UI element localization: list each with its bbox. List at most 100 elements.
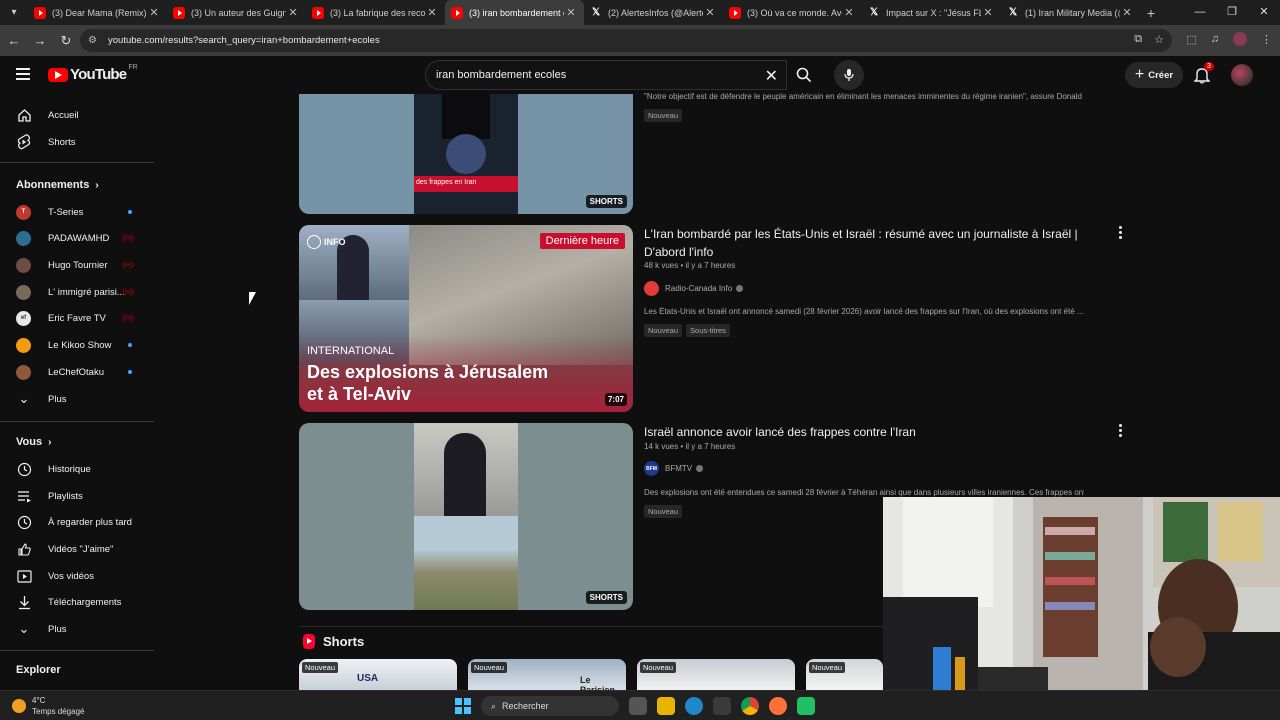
sidebar-item-liked-videos[interactable]: Vidéos "J'aime" [0, 536, 150, 562]
browser-tab[interactable]: (3) La fabrique des record ✕ [306, 0, 445, 25]
video-title[interactable]: L'Iran bombardé par les États-Unis et Is… [644, 225, 1084, 261]
sidebar-item-playlists[interactable]: Playlists [0, 483, 150, 509]
sidebar-item-subscription[interactable]: ef Eric Favre TV ((•)) [0, 305, 150, 331]
channel-link[interactable]: Radio-Canada Info [644, 281, 744, 296]
close-icon[interactable]: ✕ [981, 6, 995, 19]
youtube-logo[interactable]: YouTube FR [48, 64, 138, 83]
subscriptions-heading[interactable]: Abonnements › [16, 179, 99, 191]
sidebar-item-label: Le Kikoo Show [48, 339, 112, 351]
menu-icon[interactable] [16, 68, 30, 80]
extensions-icon[interactable]: ⬚ [1186, 33, 1196, 46]
url-field[interactable]: ⚙ youtube.com/results?search_query=iran+… [80, 29, 1172, 52]
browser-tab[interactable]: 𝕏 (2) AlertesInfos (@Alertes ✕ [584, 0, 723, 25]
install-icon[interactable]: ⧉ [1134, 33, 1142, 46]
sidebar-item-watch-later[interactable]: À regarder plus tard [0, 509, 150, 535]
channel-link[interactable]: BFM BFMTV [644, 461, 704, 476]
new-tab-button[interactable]: + [1140, 5, 1162, 21]
search-button[interactable] [787, 60, 820, 90]
browser-tab[interactable]: (3) Où va ce monde. Avec ✕ [723, 0, 862, 25]
sidebar-item-downloads[interactable]: Téléchargements [0, 589, 150, 615]
window-controls: — ❐ ✕ [1184, 0, 1280, 25]
store-icon[interactable] [713, 697, 731, 715]
thumbnail-headline: Des explosions à Jérusalem et à Tel-Aviv [307, 362, 549, 404]
live-icon: ((•)) [122, 288, 134, 296]
browser-tab-active[interactable]: (3) iran bombardement e ✕ [445, 0, 584, 25]
you-heading[interactable]: Vous › [16, 436, 51, 448]
search-input[interactable]: iran bombardement ecoles ✕ [425, 60, 787, 90]
youtube-icon [729, 6, 741, 19]
notifications-button[interactable]: 3 [1193, 62, 1214, 84]
short-card[interactable]: Nouveau [806, 659, 883, 690]
browser-tab[interactable]: (3) Dear Mama (Remix) - Y✕ [28, 0, 167, 25]
sidebar-item-subscription[interactable]: LeChefOtaku [0, 359, 150, 385]
sidebar-item-subscription[interactable]: PADAWAMHD ((•)) [0, 225, 150, 251]
sidebar-item-subs-more[interactable]: ⌄ Plus [0, 386, 150, 412]
short-card[interactable]: Nouveau Le Parisien [468, 659, 626, 690]
media-control-icon[interactable]: ♫ [1211, 33, 1219, 45]
chevron-right-icon: › [95, 179, 99, 191]
tag-badge: Nouveau [644, 505, 683, 518]
clear-search-icon[interactable]: ✕ [765, 66, 778, 86]
close-icon[interactable]: ✕ [425, 6, 439, 19]
channel-avatar [16, 284, 31, 300]
sidebar-item-label: Plus [48, 393, 67, 405]
browser-menu-icon[interactable]: ⋮ [1261, 33, 1272, 46]
sidebar-item-home[interactable]: Accueil [0, 102, 150, 128]
messaging-app-icon[interactable] [797, 697, 815, 715]
chrome-icon[interactable] [741, 697, 759, 715]
file-explorer-icon[interactable] [657, 697, 675, 715]
sidebar-item-subscription[interactable]: L' immigré parisi... ((•)) [0, 279, 150, 305]
video-title[interactable]: Israël annonce avoir lancé des frappes c… [644, 423, 1084, 441]
logo-text: YouTube [70, 66, 127, 83]
sidebar-item-your-videos[interactable]: Vos vidéos [0, 563, 150, 589]
short-card[interactable]: Nouveau USA [299, 659, 457, 690]
video-thumbnail[interactable]: des frappes en Iran SHORTS [299, 94, 633, 214]
back-arrow-icon[interactable]: ← [2, 33, 26, 48]
create-button[interactable]: + Créer [1125, 62, 1183, 88]
shorts-icon [16, 134, 32, 150]
firefox-icon[interactable] [769, 697, 787, 715]
voice-search-button[interactable] [834, 60, 864, 90]
forward-arrow-icon[interactable]: → [28, 33, 52, 48]
short-card[interactable]: Nouveau [637, 659, 795, 690]
browser-tab[interactable]: (3) Un auteur des Guignol ✕ [167, 0, 306, 25]
more-options-icon[interactable] [1119, 226, 1123, 241]
maximize-icon[interactable]: ❐ [1216, 0, 1248, 25]
close-window-icon[interactable]: ✕ [1248, 0, 1280, 25]
site-info-icon[interactable]: ⚙ [88, 35, 102, 46]
new-badge: Nouveau [809, 662, 846, 673]
browser-tab[interactable]: 𝕏 Impact sur X : "Jésus FLA ✕ [862, 0, 1001, 25]
windows-start-icon[interactable] [455, 698, 471, 714]
browser-tab[interactable]: 𝕏 (1) Iran Military Media (@ ✕ [1001, 0, 1140, 25]
shorts-badge: SHORTS [585, 195, 627, 208]
sidebar-item-subscription[interactable]: T T-Series [0, 199, 150, 225]
sidebar-item-shorts[interactable]: Shorts [0, 129, 150, 155]
shorts-heading-label: Shorts [323, 634, 365, 649]
account-avatar[interactable] [1231, 64, 1253, 86]
task-view-icon[interactable] [629, 697, 647, 715]
edge-icon[interactable] [685, 697, 703, 715]
profile-avatar[interactable] [1233, 32, 1247, 46]
sidebar-item-subscription[interactable]: Hugo Tournier ((•)) [0, 252, 150, 278]
video-thumbnail[interactable]: INFO Dernière heure INTERNATIONAL Des ex… [299, 225, 633, 412]
video-thumbnail[interactable]: SHORTS [299, 423, 633, 610]
reload-icon[interactable]: ↻ [54, 33, 78, 49]
channel-avatar [644, 281, 659, 296]
sidebar-item-you-more[interactable]: ⌄ Plus [0, 616, 150, 642]
close-icon[interactable]: ✕ [842, 6, 856, 19]
close-icon[interactable]: ✕ [147, 6, 161, 19]
sidebar-item-history[interactable]: Historique [0, 456, 150, 482]
seal-icon [446, 134, 486, 174]
bookmark-star-icon[interactable]: ☆ [1154, 33, 1164, 46]
minimize-icon[interactable]: — [1184, 0, 1216, 25]
close-icon[interactable]: ✕ [703, 6, 717, 19]
close-icon[interactable]: ✕ [564, 6, 578, 19]
close-icon[interactable]: ✕ [286, 6, 300, 19]
sidebar-item-label: Eric Favre TV [48, 312, 106, 324]
tab-search-button[interactable]: ▾ [0, 0, 28, 25]
close-icon[interactable]: ✕ [1120, 6, 1134, 19]
taskbar-search[interactable]: ⌕ Rechercher [481, 696, 619, 716]
weather-widget[interactable]: 4°C Temps dégagé [12, 695, 84, 717]
sidebar-item-subscription[interactable]: Le Kikoo Show [0, 332, 150, 358]
more-options-icon[interactable] [1119, 424, 1123, 439]
